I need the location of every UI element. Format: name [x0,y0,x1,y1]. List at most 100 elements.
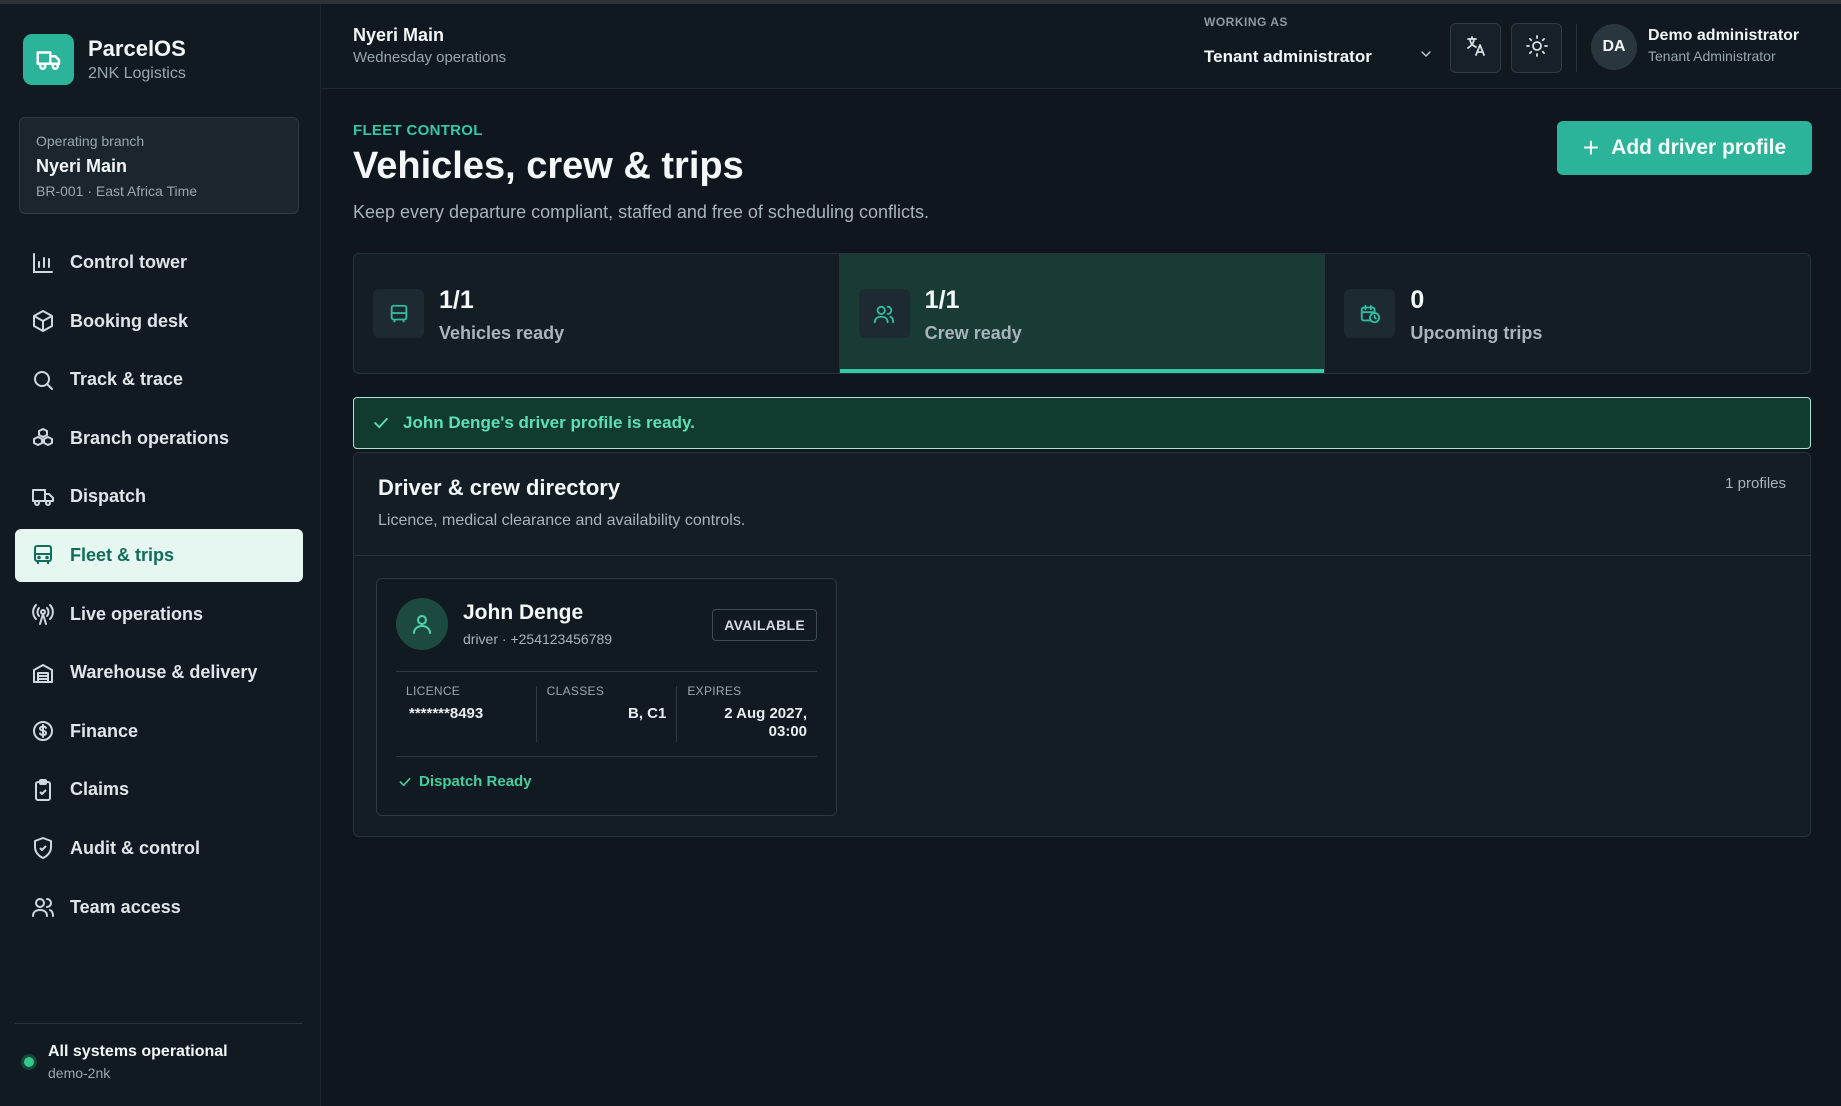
translate-icon [1464,34,1488,63]
bus-icon [30,542,56,568]
classes-value: B, C1 [628,705,667,722]
chart-bar-icon [30,250,56,276]
header-branch-title: Nyeri Main [353,25,445,45]
licence-value: *******8493 [409,705,484,722]
sidebar-item-label: Team access [70,896,181,917]
branch-meta: BR-001 · East Africa Time [36,183,198,199]
sidebar-item-label: Audit & control [70,837,200,858]
dispatch-ready-label: Dispatch Ready [419,773,532,790]
check-icon [371,413,391,433]
brand-subtitle: 2NK Logistics [88,64,186,82]
branch-label: Operating branch [36,133,145,149]
profile-count: 1 profiles [1725,475,1786,492]
directory-header: Driver & crew directory Licence, medical… [354,453,1810,556]
sidebar-item-label: Dispatch [70,486,147,507]
expires-cell: EXPIRES 2 Aug 2027, 03:00 [677,684,817,742]
shield-check-icon [30,835,56,861]
brand[interactable]: ParcelOS 2NK Logistics [23,34,186,85]
success-alert: John Denge's driver profile is ready. [353,397,1811,449]
branch-selector[interactable]: Operating branch Nyeri Main BR-001 · Eas… [19,117,299,214]
theme-toggle-button[interactable] [1511,23,1562,73]
dispatch-ready-status: Dispatch Ready [397,773,532,790]
add-driver-profile-label: Add driver profile [1611,136,1787,159]
role-select[interactable]: Tenant administrator [1204,46,1434,67]
package-icon [30,308,56,334]
sidebar-nav: Control tower Booking desk Track & trace… [15,236,303,939]
sidebar-item-live-operations[interactable]: Live operations [15,588,303,641]
status-indicator [24,1057,34,1067]
truck-icon [30,484,56,510]
user-role: Tenant Administrator [1648,48,1776,64]
sidebar-item-team-access[interactable]: Team access [15,881,303,934]
licence-label: LICENCE [406,684,461,698]
sidebar-item-label: Finance [70,720,139,741]
avatar[interactable]: DA [1591,24,1637,70]
stat-tab-trips[interactable]: 0 Upcoming trips [1325,254,1810,373]
sidebar-item-dispatch[interactable]: Dispatch [15,470,303,523]
user-name[interactable]: Demo administrator [1648,27,1799,45]
sidebar-item-control-tower[interactable]: Control tower [15,236,303,289]
add-driver-profile-button[interactable]: + Add driver profile [1557,121,1812,175]
header-divider [1576,24,1577,72]
sidebar-item-label: Booking desk [70,310,189,331]
driver-details: LICENCE *******8493 CLASSES B, C1 EXPIRE… [396,671,817,757]
licence-cell: LICENCE *******8493 [396,684,537,742]
sidebar-item-fleet-trips[interactable]: Fleet & trips [15,528,303,582]
sidebar-item-audit-control[interactable]: Audit & control [15,822,303,875]
stat-tab-crew[interactable]: 1/1 Crew ready [839,254,1326,373]
sidebar-item-booking-desk[interactable]: Booking desk [15,295,303,348]
truck-logo-icon [23,34,74,85]
classes-label: CLASSES [546,684,605,698]
users-icon [858,289,910,338]
driver-meta: driver · +254123456789 [463,631,613,647]
sidebar-item-label: Track & trace [70,369,184,390]
page-description: Keep every departure compliant, staffed … [353,202,930,222]
calendar-clock-icon [1344,289,1396,338]
classes-cell: CLASSES B, C1 [537,684,678,742]
users-icon [30,894,56,920]
stats-tabs: 1/1 Vehicles ready 1/1 Crew ready 0 Upco… [353,253,1811,374]
top-header: Nyeri Main Wednesday operations WORKING … [321,4,1841,89]
system-status: All systems operational demo-2nk [15,1023,303,1082]
page-eyebrow: FLEET CONTROL [353,122,483,139]
branch-name: Nyeri Main [36,156,128,176]
stat-tab-vehicles[interactable]: 1/1 Vehicles ready [354,254,840,373]
sidebar-item-warehouse-delivery[interactable]: Warehouse & delivery [15,646,303,699]
stat-label: Crew ready [924,323,1022,343]
sidebar-item-label: Warehouse & delivery [70,662,258,683]
sidebar-item-label: Live operations [70,603,204,624]
role-select-value: Tenant administrator [1204,46,1372,66]
sun-icon [1525,34,1549,63]
sidebar-item-branch-operations[interactable]: Branch operations [15,412,303,465]
working-as-label: WORKING AS [1204,15,1288,29]
sidebar-item-finance[interactable]: Finance [15,705,303,758]
user-icon [396,598,448,650]
directory-subtitle: Licence, medical clearance and availabil… [378,512,746,529]
stat-label: Vehicles ready [439,323,565,343]
search-icon [30,367,56,393]
bus-icon [373,289,424,338]
sidebar-item-claims[interactable]: Claims [15,763,303,816]
boxes-icon [30,425,56,451]
sidebar: ParcelOS 2NK Logistics Operating branch … [0,4,321,1106]
brand-name: ParcelOS [88,35,186,61]
status-subtitle: demo-2nk [48,1065,111,1081]
stat-value: 1/1 [924,286,960,314]
sidebar-item-label: Fleet & trips [70,544,175,565]
stat-label: Upcoming trips [1410,323,1543,343]
sidebar-item-label: Claims [70,779,130,800]
sidebar-item-track-trace[interactable]: Track & trace [15,353,303,406]
chevron-down-icon [1418,46,1434,67]
language-button[interactable] [1450,23,1501,73]
radio-tower-icon [30,601,56,627]
clipboard-check-icon [30,777,56,803]
status-title: All systems operational [48,1043,228,1060]
warehouse-icon [30,660,56,686]
driver-name: John Denge [463,601,584,624]
driver-card[interactable]: John Denge driver · +254123456789 AVAILA… [376,578,837,816]
dollar-circle-icon [30,718,56,744]
alert-message: John Denge's driver profile is ready. [403,413,695,432]
driver-directory: Driver & crew directory Licence, medical… [353,452,1811,837]
plus-icon: + [1582,132,1600,163]
check-icon [399,777,411,786]
